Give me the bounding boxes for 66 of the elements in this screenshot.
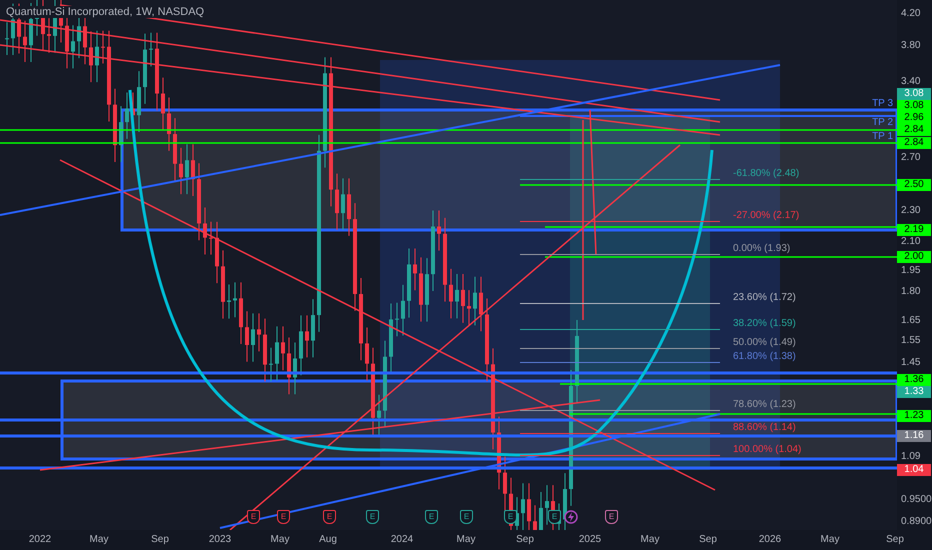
price-tag: 1.16 <box>897 430 931 442</box>
earnings-marker[interactable]: E <box>425 510 438 524</box>
time-tick: Sep <box>886 534 904 546</box>
time-tick: 2025 <box>578 534 602 546</box>
price-tick: 1.65 <box>901 315 920 327</box>
price-tick: 1.55 <box>901 335 920 347</box>
price-tick: 1.45 <box>901 357 920 369</box>
lightning-icon[interactable] <box>564 510 578 524</box>
price-tag: 2.00 <box>897 251 931 263</box>
time-tick: 2024 <box>390 534 414 546</box>
target-label: TP 1 <box>872 132 893 142</box>
time-tick: 2026 <box>758 534 782 546</box>
earnings-marker[interactable]: E <box>460 510 473 524</box>
fib-level-label: 50.00% (1.49) <box>733 337 796 348</box>
fib-level-label: -27.00% (2.17) <box>733 210 800 221</box>
earnings-marker[interactable]: E <box>277 510 290 524</box>
time-tick: May <box>820 534 840 546</box>
price-tag: 1.23 <box>897 410 931 422</box>
time-tick: May <box>270 534 290 546</box>
price-tick: 1.95 <box>901 265 920 277</box>
earnings-marker[interactable]: E <box>323 510 336 524</box>
fib-level-label: 23.60% (1.72) <box>733 292 796 303</box>
target-label: TP 2 <box>872 118 893 128</box>
time-tick: 2023 <box>208 534 232 546</box>
earnings-marker[interactable]: E <box>605 510 618 524</box>
price-tick: 1.09 <box>901 451 920 463</box>
fib-level-label: 78.60% (1.23) <box>733 399 796 410</box>
earnings-marker[interactable]: E <box>504 510 517 524</box>
price-tick: 2.10 <box>901 236 920 248</box>
earnings-marker[interactable]: E <box>247 510 260 524</box>
price-tag: 3.08 <box>897 100 931 112</box>
time-tick: Sep <box>516 534 534 546</box>
fib-level-label: 88.60% (1.14) <box>733 422 796 433</box>
price-tick: 1.80 <box>901 286 920 298</box>
time-tick: May <box>640 534 660 546</box>
earnings-marker[interactable]: E <box>366 510 379 524</box>
price-tag: 3.08 <box>897 88 931 100</box>
price-tag: 2.96 <box>897 112 931 124</box>
time-tick: Sep <box>699 534 717 546</box>
price-tick: 0.8900 <box>901 516 932 528</box>
fib-level-label: 61.80% (1.38) <box>733 351 796 362</box>
price-tag: 2.84 <box>897 137 931 149</box>
time-tick: Sep <box>151 534 169 546</box>
price-tag: 2.19 <box>897 224 931 236</box>
fib-level-label: 100.00% (1.04) <box>733 444 802 455</box>
time-tick: May <box>456 534 476 546</box>
price-tick: 3.80 <box>901 40 920 52</box>
fib-level-label: -61.80% (2.48) <box>733 168 800 179</box>
time-tick: Aug <box>319 534 337 546</box>
time-tick: May <box>90 534 108 546</box>
fib-level-label: 0.00% (1.93) <box>733 243 790 254</box>
price-tag: 1.04 <box>897 464 931 476</box>
price-tag: 1.36 <box>897 374 931 386</box>
price-tag: 2.84 <box>897 124 931 136</box>
fib-level-label: 38.20% (1.59) <box>733 318 796 329</box>
price-tick: 2.70 <box>901 152 920 164</box>
price-tag: 1.33 <box>897 386 931 398</box>
price-tick: 2.30 <box>901 205 920 217</box>
chart-title: Quantum-Si Incorporated, 1W, NASDAQ <box>4 6 206 18</box>
target-label: TP 3 <box>872 99 893 109</box>
price-tick: 3.40 <box>901 76 920 88</box>
time-tick: 2022 <box>28 534 52 546</box>
price-tick: 4.20 <box>901 8 920 20</box>
price-tick: 0.9500 <box>901 494 932 506</box>
earnings-marker[interactable]: E <box>548 510 561 524</box>
price-tag: 2.50 <box>897 179 931 191</box>
